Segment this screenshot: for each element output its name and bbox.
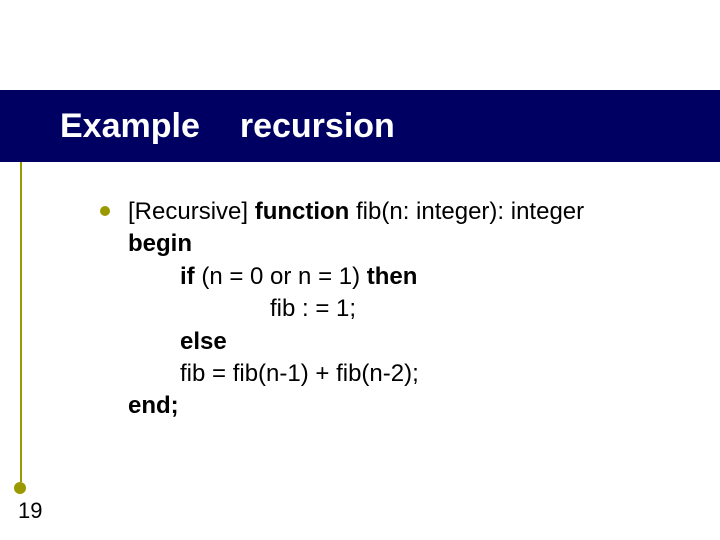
code-line-recursive: fib = fib(n-1) + fib(n-2); xyxy=(180,358,660,390)
code-line-begin: begin xyxy=(128,228,660,260)
bullet-icon xyxy=(100,206,110,216)
kw-then: then xyxy=(367,263,418,290)
recursive-tag: [Recursive] xyxy=(128,198,255,225)
slide-body: [Recursive] function fib(n: integer): in… xyxy=(100,196,660,423)
code-line-end: end; xyxy=(128,390,660,422)
signature-rest: fib(n: integer): integer xyxy=(349,198,584,225)
accent-line xyxy=(20,162,22,482)
bullet-row: [Recursive] function fib(n: integer): in… xyxy=(100,196,660,228)
kw-function: function xyxy=(255,198,350,225)
accent-dot-icon xyxy=(14,482,26,494)
kw-if: if xyxy=(180,263,195,290)
if-condition: (n = 0 or n = 1) xyxy=(195,263,367,290)
code-line-assign: fib : = 1; xyxy=(270,293,660,325)
code-line-if: if (n = 0 or n = 1) then xyxy=(180,261,660,293)
title-band: Example recursion xyxy=(0,90,720,162)
page-number: 19 xyxy=(18,498,42,524)
slide: Example recursion [Recursive] function f… xyxy=(0,0,720,540)
code-line-signature: [Recursive] function fib(n: integer): in… xyxy=(128,196,584,228)
title-word1: Example xyxy=(60,107,200,146)
title-word2: recursion xyxy=(240,107,395,146)
code-line-else: else xyxy=(180,326,660,358)
